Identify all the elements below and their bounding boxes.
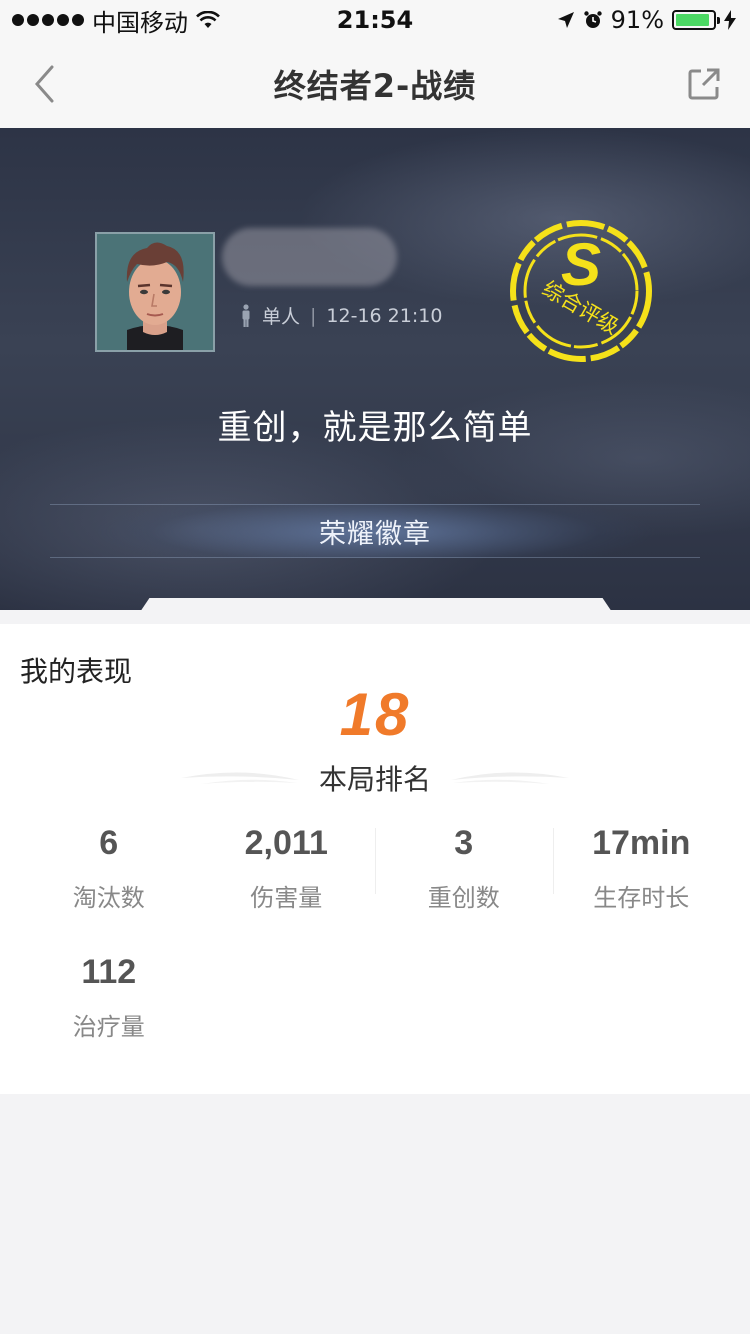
stat-knockdowns: 3 重创数: [375, 820, 553, 913]
solo-person-icon: [242, 303, 250, 327]
overall-rating-stamp: S 综合评级: [508, 218, 654, 364]
share-button[interactable]: [684, 64, 724, 104]
match-hero-banner: 单人 | 12-16 21:10 S 综合评级 重创，就是那么简单 荣耀徽章: [0, 128, 750, 610]
performance-card: 我的表现 18 本局排名 6 淘汰数 2,011 伤害量 3 重创数 17min…: [0, 624, 750, 1094]
match-time: 12-16 21:10: [326, 304, 443, 327]
wifi-icon: [196, 11, 220, 28]
honor-badge-tab[interactable]: 荣耀徽章: [50, 504, 700, 558]
status-right: 91%: [557, 6, 736, 34]
player-name-blurred: [222, 228, 397, 286]
stat-eliminations: 6 淘汰数: [20, 820, 198, 913]
honor-badge-label: 荣耀徽章: [319, 518, 431, 550]
stat-healing: 112 治疗量: [20, 949, 198, 1042]
stat-label: 治疗量: [72, 1013, 145, 1041]
meta-separator: |: [310, 304, 317, 327]
nav-bar: 终结者2-战绩: [0, 40, 750, 128]
player-portrait-image: [97, 234, 213, 350]
stat-damage: 2,011 伤害量: [198, 820, 376, 913]
stat-label: 生存时长: [593, 884, 690, 912]
page-title: 终结者2-战绩: [273, 67, 477, 105]
rank-label: 本局排名: [318, 763, 431, 796]
stat-label: 淘汰数: [72, 884, 145, 912]
match-meta: 单人 | 12-16 21:10: [240, 302, 442, 329]
stat-label: 伤害量: [250, 884, 323, 912]
signal-strength-icon: [12, 14, 84, 26]
back-button[interactable]: [22, 62, 66, 106]
match-slogan: 重创，就是那么简单: [217, 408, 533, 448]
rank-number: 18: [339, 681, 411, 748]
stat-value: 17min: [592, 824, 691, 862]
left-wing-decoration: [180, 772, 299, 784]
battery-percent: 91%: [610, 6, 664, 34]
battery-level-fill: [676, 14, 709, 26]
player-avatar[interactable]: [95, 232, 215, 352]
stat-value: 6: [99, 824, 119, 862]
status-bar: 中国移动 21:54 91%: [0, 0, 750, 40]
match-mode: 单人: [262, 306, 301, 328]
alarm-clock-icon: [583, 11, 602, 28]
stats-grid: 6 淘汰数 2,011 伤害量 3 重创数 17min 生存时长 112 治疗量: [20, 820, 730, 1042]
stat-value: 3: [454, 824, 474, 862]
status-left: 中国移动: [12, 3, 220, 38]
stat-survival-time: 17min 生存时长: [552, 820, 731, 913]
tab-indicator-notch: [140, 598, 612, 610]
stat-label: 重创数: [427, 884, 500, 912]
rank-label-row: 本局排名: [0, 758, 750, 798]
carrier-name: 中国移动: [92, 8, 188, 37]
location-arrow-icon: [557, 12, 574, 28]
stat-value: 112: [81, 953, 137, 991]
stat-value: 2,011: [244, 824, 328, 862]
right-wing-decoration: [451, 772, 569, 784]
chevron-left-icon: [34, 65, 54, 103]
charging-bolt-icon: [724, 10, 736, 30]
battery-icon: [672, 10, 720, 30]
share-external-icon: [688, 68, 720, 100]
